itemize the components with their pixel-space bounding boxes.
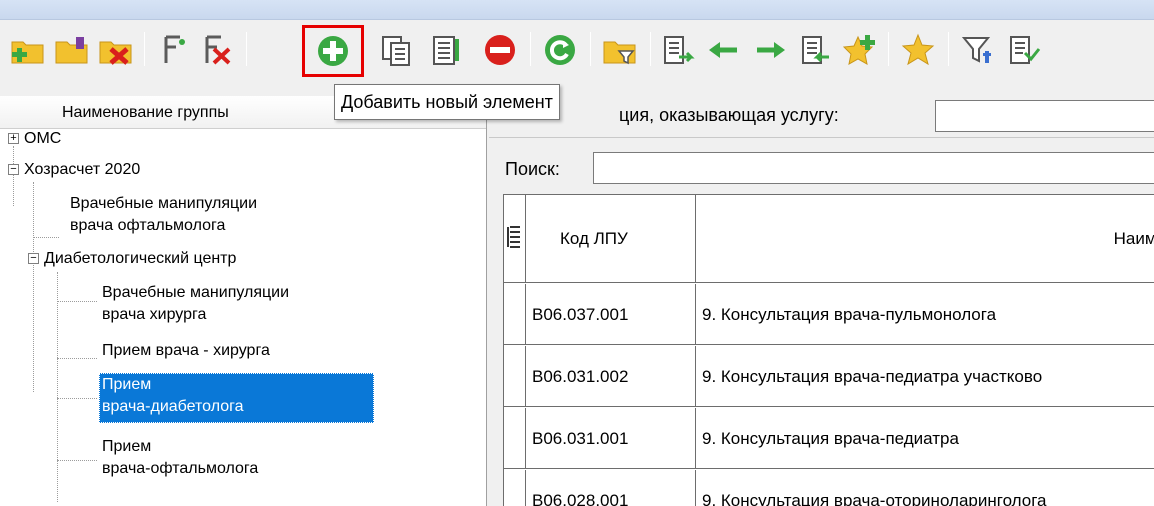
- refresh-icon[interactable]: [538, 28, 582, 72]
- table-header: Код ЛПУ Наиме: [504, 195, 1154, 283]
- add-favorite-icon[interactable]: [838, 28, 882, 72]
- tree-connector: [57, 301, 97, 302]
- tree-connector: [57, 460, 97, 461]
- divider: [489, 137, 1154, 138]
- window: Добавить новый элемент Наименование груп…: [0, 0, 1154, 506]
- table-row[interactable]: B06.031.002 9. Консультация врача-педиатр…: [504, 346, 1154, 407]
- folder-filter-icon[interactable]: [598, 28, 642, 72]
- group-tree-pane: Наименование группы + ОМС − Хозрасчет 20…: [0, 96, 487, 506]
- row-selector[interactable]: [504, 284, 526, 345]
- table-row[interactable]: B06.037.001 9. Консультация врача-пульмон…: [504, 284, 1154, 345]
- row-selector[interactable]: [504, 470, 526, 506]
- tree-node-priem-oftalm[interactable]: Прием врача-офтальмолога: [102, 436, 258, 480]
- tree-connector: [57, 358, 97, 359]
- toolbar: [0, 20, 1154, 96]
- add-element-button[interactable]: [302, 25, 364, 77]
- copy-element-icon[interactable]: [374, 28, 418, 72]
- row-selector[interactable]: [504, 408, 526, 469]
- cell-code: B06.031.002: [526, 346, 696, 407]
- toolbar-separator: [888, 32, 889, 66]
- tree-connector: [13, 146, 14, 206]
- org-label: ция, оказывающая услугу:: [619, 105, 839, 125]
- tree-connector: [57, 272, 58, 502]
- tree-node-manip-oftalm[interactable]: Врачебные манипуляции врача офтальмолога: [70, 193, 257, 237]
- toolbar-separator: [530, 32, 531, 66]
- collapse-hozraschet-toggle[interactable]: −: [8, 164, 19, 175]
- search-input[interactable]: [593, 152, 1154, 184]
- tree-node-priem-diabet[interactable]: Прием врача-диабетолога: [99, 373, 374, 423]
- add-group-icon[interactable]: [6, 28, 50, 72]
- cell-code: B06.037.001: [526, 284, 696, 345]
- cell-name: 9. Консультация врача-педиатра участково: [702, 367, 1043, 386]
- tree-connector: [57, 398, 97, 399]
- search-label: Поиск:: [505, 159, 560, 179]
- cell-name: 9. Консультация врача-пульмонолога: [702, 305, 997, 324]
- remove-element-icon[interactable]: [478, 28, 522, 72]
- tree-connector: [33, 237, 59, 238]
- toolbar-separator: [144, 32, 145, 66]
- column-header-name[interactable]: Наиме: [696, 195, 1154, 283]
- row-selector[interactable]: [504, 346, 526, 407]
- cell-name: 9. Консультация врача-оториноларинголога: [702, 491, 1047, 506]
- arrow-right-icon[interactable]: [748, 28, 792, 72]
- column-header-code[interactable]: Код ЛПУ: [526, 195, 696, 283]
- services-table: Код ЛПУ Наиме B06.037.001 9. Консультация…: [503, 194, 1154, 506]
- toolbar-separator: [650, 32, 651, 66]
- toolbar-separator: [590, 32, 591, 66]
- table-row[interactable]: B06.031.001 9. Консультация врача-педиатр…: [504, 408, 1154, 469]
- cell-name: 9. Консультация врача-педиатра: [702, 429, 959, 448]
- services-pane: ция, оказывающая услугу: Поиск: Код ЛПУ …: [489, 96, 1154, 506]
- collapse-diabet-center-toggle[interactable]: −: [28, 253, 39, 264]
- import-icon[interactable]: [656, 28, 700, 72]
- cell-code: B06.028.001: [526, 470, 696, 506]
- filter-settings-icon[interactable]: [1002, 28, 1046, 72]
- filter-icon[interactable]: [956, 28, 1000, 72]
- add-element-icon: [318, 36, 348, 66]
- table-row[interactable]: B06.028.001 9. Консультация врача-оторино…: [504, 470, 1154, 506]
- arrow-left-icon[interactable]: [702, 28, 746, 72]
- delete-group-icon[interactable]: [94, 28, 138, 72]
- toolbar-separator: [246, 32, 247, 66]
- toolbar-separator: [948, 32, 949, 66]
- add-subgroup-icon[interactable]: [50, 28, 94, 72]
- export-icon[interactable]: [794, 28, 838, 72]
- org-field[interactable]: [935, 100, 1154, 132]
- title-bar: [0, 0, 1154, 20]
- tree-node-manip-hirurg[interactable]: Врачебные манипуляции врача хирурга: [102, 282, 289, 326]
- favorite-icon[interactable]: [896, 28, 940, 72]
- edit-element-icon[interactable]: [424, 28, 468, 72]
- tree-connector: [33, 182, 34, 392]
- tree-node-priem-hirurg[interactable]: Прием врача - хирурга: [102, 340, 270, 362]
- tree-node-hozraschet[interactable]: Хозрасчет 2020: [24, 159, 140, 181]
- tooltip: Добавить новый элемент: [334, 84, 560, 120]
- cell-code: B06.031.001: [526, 408, 696, 469]
- format-icon[interactable]: [152, 28, 196, 72]
- tree-node-oms[interactable]: ОМС: [24, 128, 61, 150]
- column-chooser-icon[interactable]: [504, 195, 526, 283]
- expand-oms-toggle[interactable]: +: [8, 133, 19, 144]
- tree-node-diabet-center[interactable]: Диабетологический центр: [44, 248, 236, 270]
- clear-format-icon[interactable]: [196, 28, 240, 72]
